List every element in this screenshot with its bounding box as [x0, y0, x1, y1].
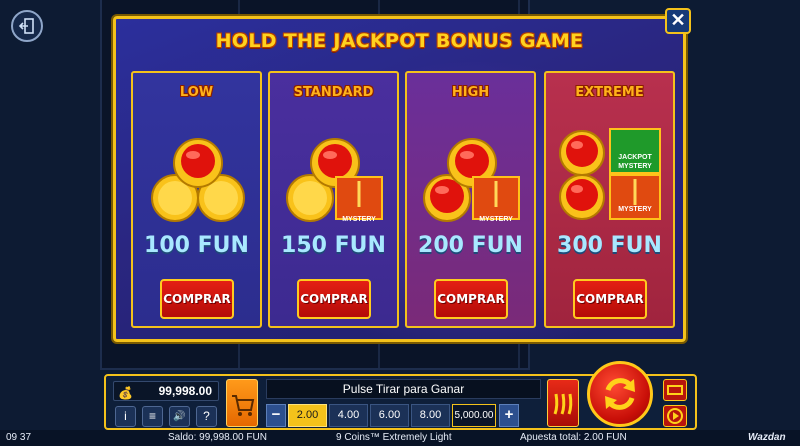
modal-title: HOLD THE JACKPOT BONUS GAME: [215, 30, 584, 52]
buy-standard-button[interactable]: COMPRAR: [297, 279, 371, 319]
bonus-card-standard: STANDARD MYSTERY 150 FUN COMPRAR: [268, 71, 399, 328]
chilli-pepper-icon: [553, 393, 573, 415]
turbo-button[interactable]: [663, 405, 687, 427]
bonus-card-extreme: EXTREME JACKPOT MYSTERY MYSTERY 300 FUN …: [544, 71, 675, 328]
mystery-tile-label: MYSTERY: [342, 216, 376, 223]
clock: 09 37: [6, 432, 32, 443]
money-bag-icon: 💰: [118, 386, 133, 400]
play-icon: [667, 408, 683, 424]
card-label: HIGH: [451, 85, 490, 100]
bet-decrease-button[interactable]: −: [266, 404, 286, 427]
buy-low-button[interactable]: COMPRAR: [160, 279, 234, 319]
autoplay-button[interactable]: [663, 379, 687, 401]
card-price: 100 FUN: [144, 233, 249, 258]
jackpot-mystery-label: JACKPOT MYSTERY: [618, 154, 652, 170]
status-bar: 09 37 Saldo: 99,998.00 FUN 9 Coins™ Extr…: [0, 430, 800, 446]
buy-extreme-button[interactable]: COMPRAR: [573, 279, 647, 319]
card-price: 300 FUN: [557, 233, 662, 258]
coins-art: [423, 138, 520, 222]
bet-option[interactable]: 6.00: [370, 404, 409, 427]
coins-art: [151, 138, 245, 222]
card-price: 200 FUN: [418, 233, 523, 258]
bonus-card-high: HIGH MYSTERY 200 FUN COMPRAR: [405, 71, 536, 328]
info-button[interactable]: i: [115, 406, 136, 427]
mystery-tile-label: MYSTERY: [618, 206, 652, 213]
mystery-tile-icon: [472, 176, 520, 220]
help-button[interactable]: ?: [196, 406, 217, 427]
bet-option[interactable]: 2.00: [288, 404, 327, 427]
volatility-button[interactable]: [547, 379, 579, 427]
bet-option[interactable]: 4.00: [329, 404, 368, 427]
bonus-buy-button[interactable]: [226, 379, 258, 427]
bonus-card-low: LOW 100 FUN COMPRAR: [131, 71, 262, 328]
bet-increase-button[interactable]: +: [499, 404, 519, 427]
red-coin-icon: [559, 174, 605, 220]
balance-display: 💰 99,998.00: [113, 381, 219, 401]
mystery-tile-label: MYSTERY: [479, 216, 513, 223]
red-coin-icon: [559, 130, 605, 176]
bonus-buy-modal: HOLD THE JACKPOT BONUS GAME LOW 100 FUN …: [113, 16, 686, 342]
card-label: STANDARD: [293, 85, 374, 100]
game-name: 9 Coins™ Extremely Light: [336, 432, 452, 443]
spin-arrows-icon: [605, 378, 635, 410]
card-label: EXTREME: [575, 85, 644, 100]
bet-option[interactable]: 5,000.00: [452, 404, 496, 427]
bet-selector: − 2.00 4.00 6.00 8.00 5,000.00 +: [266, 404, 541, 428]
message-display: Pulse Tirar para Ganar: [266, 379, 541, 399]
exit-icon: [18, 18, 34, 34]
autoplay-icon: [667, 385, 683, 395]
coins-art: [286, 138, 383, 222]
buy-high-button[interactable]: COMPRAR: [434, 279, 508, 319]
brand-logo: Wazdan: [748, 432, 786, 443]
balance-value: 99,998.00: [158, 384, 212, 398]
red-coin-icon: [173, 138, 223, 188]
status-total-bet: Apuesta total: 2.00 FUN: [520, 432, 627, 443]
bet-option[interactable]: 8.00: [411, 404, 450, 427]
shopping-cart-icon: [232, 395, 255, 416]
spin-button[interactable]: [587, 361, 653, 427]
exit-button[interactable]: [11, 10, 43, 42]
status-balance: Saldo: 99,998.00 FUN: [168, 432, 267, 443]
menu-button[interactable]: ≡: [142, 406, 163, 427]
mystery-tile-icon: [335, 176, 383, 220]
card-label: LOW: [179, 85, 214, 100]
close-modal-button[interactable]: ✕: [665, 8, 691, 34]
sound-button[interactable]: 🔊: [169, 406, 190, 427]
card-price: 150 FUN: [281, 233, 386, 258]
